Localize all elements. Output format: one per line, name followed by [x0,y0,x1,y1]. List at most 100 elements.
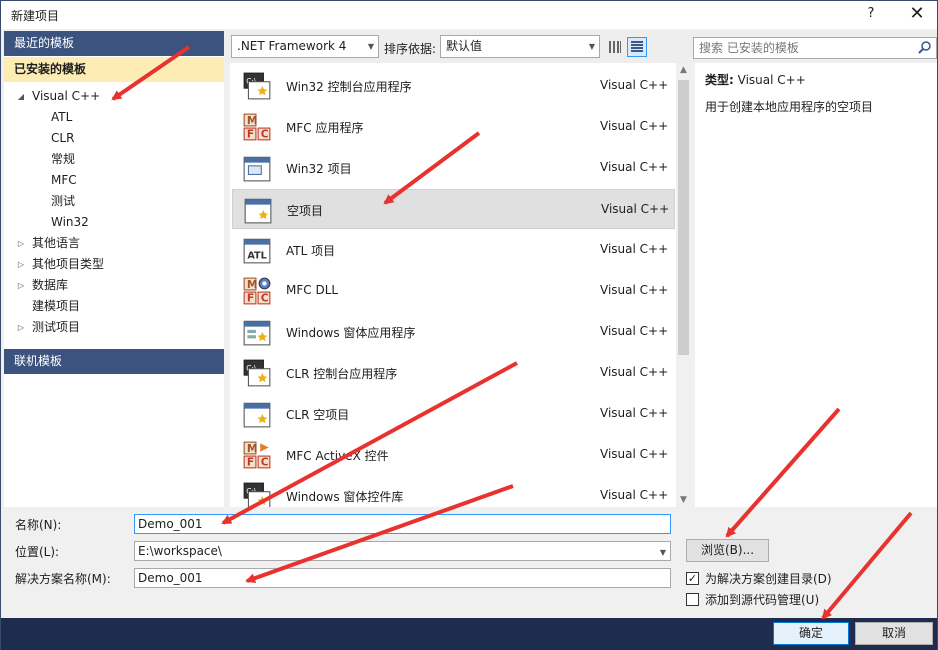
template-item[interactable]: ATL ATL 项目 Visual C++ [232,230,675,270]
installed-templates-header[interactable]: 已安装的模板 [4,57,224,82]
tree-node[interactable]: ▷ 测试项目 [4,317,224,338]
name-field[interactable]: Demo_001 [134,514,671,534]
template-name: MFC DLL [286,283,339,297]
tree-node[interactable]: ▷ 其他项目类型 [4,254,224,275]
svg-text:M: M [247,442,258,455]
template-item[interactable]: C:\ Win32 控制台应用程序 Visual C++ [232,66,675,106]
solution-name-field[interactable]: Demo_001 [134,568,671,588]
collapsed-triangle-icon[interactable]: ▷ [16,254,26,275]
template-item[interactable]: M F C MFC DLL Visual C++ [232,271,675,311]
tree-node-label: 其他语言 [32,236,81,250]
recent-templates-header[interactable]: 最近的模板 [4,31,224,56]
search-icon [918,41,931,54]
template-language: Visual C++ [600,365,669,379]
tree-node-label: CLR [51,131,75,145]
template-name: Windows 窗体应用程序 [286,326,416,340]
search-placeholder: 搜索 已安装的模板 [699,41,799,55]
tree-node[interactable]: ▷ 其他语言 [4,233,224,254]
template-language: Visual C++ [600,78,669,92]
forms-app-icon [243,320,271,346]
scroll-down-icon[interactable]: ▼ [676,495,691,505]
tree-node-label: Win32 [51,215,89,229]
template-name: MFC 应用程序 [286,121,364,135]
template-item[interactable]: Windows 窗体应用程序 Visual C++ [232,312,675,352]
template-item[interactable]: Win32 项目 Visual C++ [232,148,675,188]
tree-node-label: 其他项目类型 [32,257,105,271]
tree-node[interactable]: MFC [4,170,224,191]
checkbox-checked-icon: ✓ [686,572,699,585]
new-project-dialog: 新建项目 ? ✕ 最近的模板 已安装的模板 ◢ Visual C++ ATL CLR 常… [0,0,938,650]
tree-node[interactable]: ▷ 数据库 [4,275,224,296]
template-name: ATL 项目 [286,244,336,258]
tree-node-label: 测试 [51,194,76,208]
search-input[interactable]: 搜索 已安装的模板 [693,37,937,59]
template-language: Visual C++ [600,488,669,502]
cancel-button[interactable]: 取消 [855,622,933,645]
expanded-triangle-icon[interactable]: ◢ [16,86,26,107]
tree-node[interactable]: 建模项目 [4,296,224,317]
collapsed-triangle-icon[interactable]: ▷ [16,233,26,254]
type-label: 类型: [705,73,734,87]
mfc-icon: MF C [243,113,271,141]
svg-text:ATL: ATL [247,251,266,262]
svg-text:M: M [247,278,258,291]
template-language: Visual C++ [600,406,669,420]
tree-node-label: 测试项目 [32,320,81,334]
template-item[interactable]: 空项目 Visual C++ [232,189,675,229]
svg-text:C: C [261,292,269,305]
location-field[interactable]: E:\workspace\ ▼ [134,541,671,561]
tree-node[interactable]: ◢ Visual C++ [4,86,224,107]
framework-select[interactable]: .NET Framework 4 ▼ [231,35,379,58]
chevron-down-icon: ▼ [367,42,374,51]
ok-button[interactable]: 确定 [773,622,849,645]
scroll-up-icon[interactable]: ▲ [676,65,691,75]
tree-node[interactable]: 常规 [4,149,224,170]
name-label: 名称(N): [15,518,62,532]
template-item[interactable]: C:\ CLR 控制台应用程序 Visual C++ [232,353,675,393]
template-item[interactable]: M F C MFC 应用程序 Visual C++ [232,107,675,147]
create-directory-checkbox[interactable]: ✓ 为解决方案创建目录(D) [686,570,832,587]
template-description-pane: 类型: Visual C++ 用于创建本地应用程序的空项目 [695,63,937,507]
template-item[interactable]: M F C MFC ActiveX 控件 Visual C++ [232,435,675,475]
collapsed-triangle-icon[interactable]: ▷ [16,317,26,338]
location-value: E:\workspace\ [138,544,222,558]
source-control-checkbox[interactable]: 添加到源代码管理(U) [686,591,819,608]
list-view-button[interactable] [605,37,625,57]
close-button[interactable]: ✕ [907,3,927,24]
location-label: 位置(L): [15,545,60,559]
title-bar: 新建项目 ? ✕ [1,1,937,29]
help-button[interactable]: ? [863,6,879,21]
tree-node[interactable]: ATL [4,107,224,128]
svg-text:C: C [261,128,269,141]
details-view-icon [631,41,643,52]
sort-select[interactable]: 默认值 ▼ [440,35,600,58]
mfc-activex-icon: MF C [243,441,271,469]
scroll-thumb[interactable] [678,80,689,355]
checkbox-unchecked-icon [686,593,699,606]
template-item[interactable]: CLR 空项目 Visual C++ [232,394,675,434]
template-item[interactable]: C:\ Windows 窗体控件库 Visual C++ [232,476,675,507]
template-name: 空项目 [287,204,324,218]
chevron-down-icon: ▼ [588,42,595,51]
source-control-label: 添加到源代码管理(U) [705,593,820,607]
svg-text:F: F [247,292,254,305]
detail-view-button[interactable] [627,37,647,57]
browse-button[interactable]: 浏览(B)... [686,539,769,562]
template-language: Visual C++ [600,242,669,256]
console-app-icon: C:\ [243,72,271,100]
template-name: MFC ActiveX 控件 [286,449,389,463]
svg-text:F: F [247,128,254,141]
sort-value: 默认值 [446,39,483,53]
template-name: Win32 控制台应用程序 [286,80,412,94]
tree-node[interactable]: 测试 [4,191,224,212]
collapsed-triangle-icon[interactable]: ▷ [16,275,26,296]
tree-node-label: 常规 [51,152,76,166]
tree-node[interactable]: Win32 [4,212,224,233]
vertical-scrollbar[interactable]: ▲ ▼ [676,63,691,507]
tree-node[interactable]: CLR [4,128,224,149]
dialog-title: 新建项目 [11,9,60,23]
chevron-down-icon[interactable]: ▼ [660,544,666,562]
online-templates-header[interactable]: 联机模板 [4,349,224,374]
template-language: Visual C++ [601,202,670,216]
tree-node-label: 建模项目 [32,299,81,313]
